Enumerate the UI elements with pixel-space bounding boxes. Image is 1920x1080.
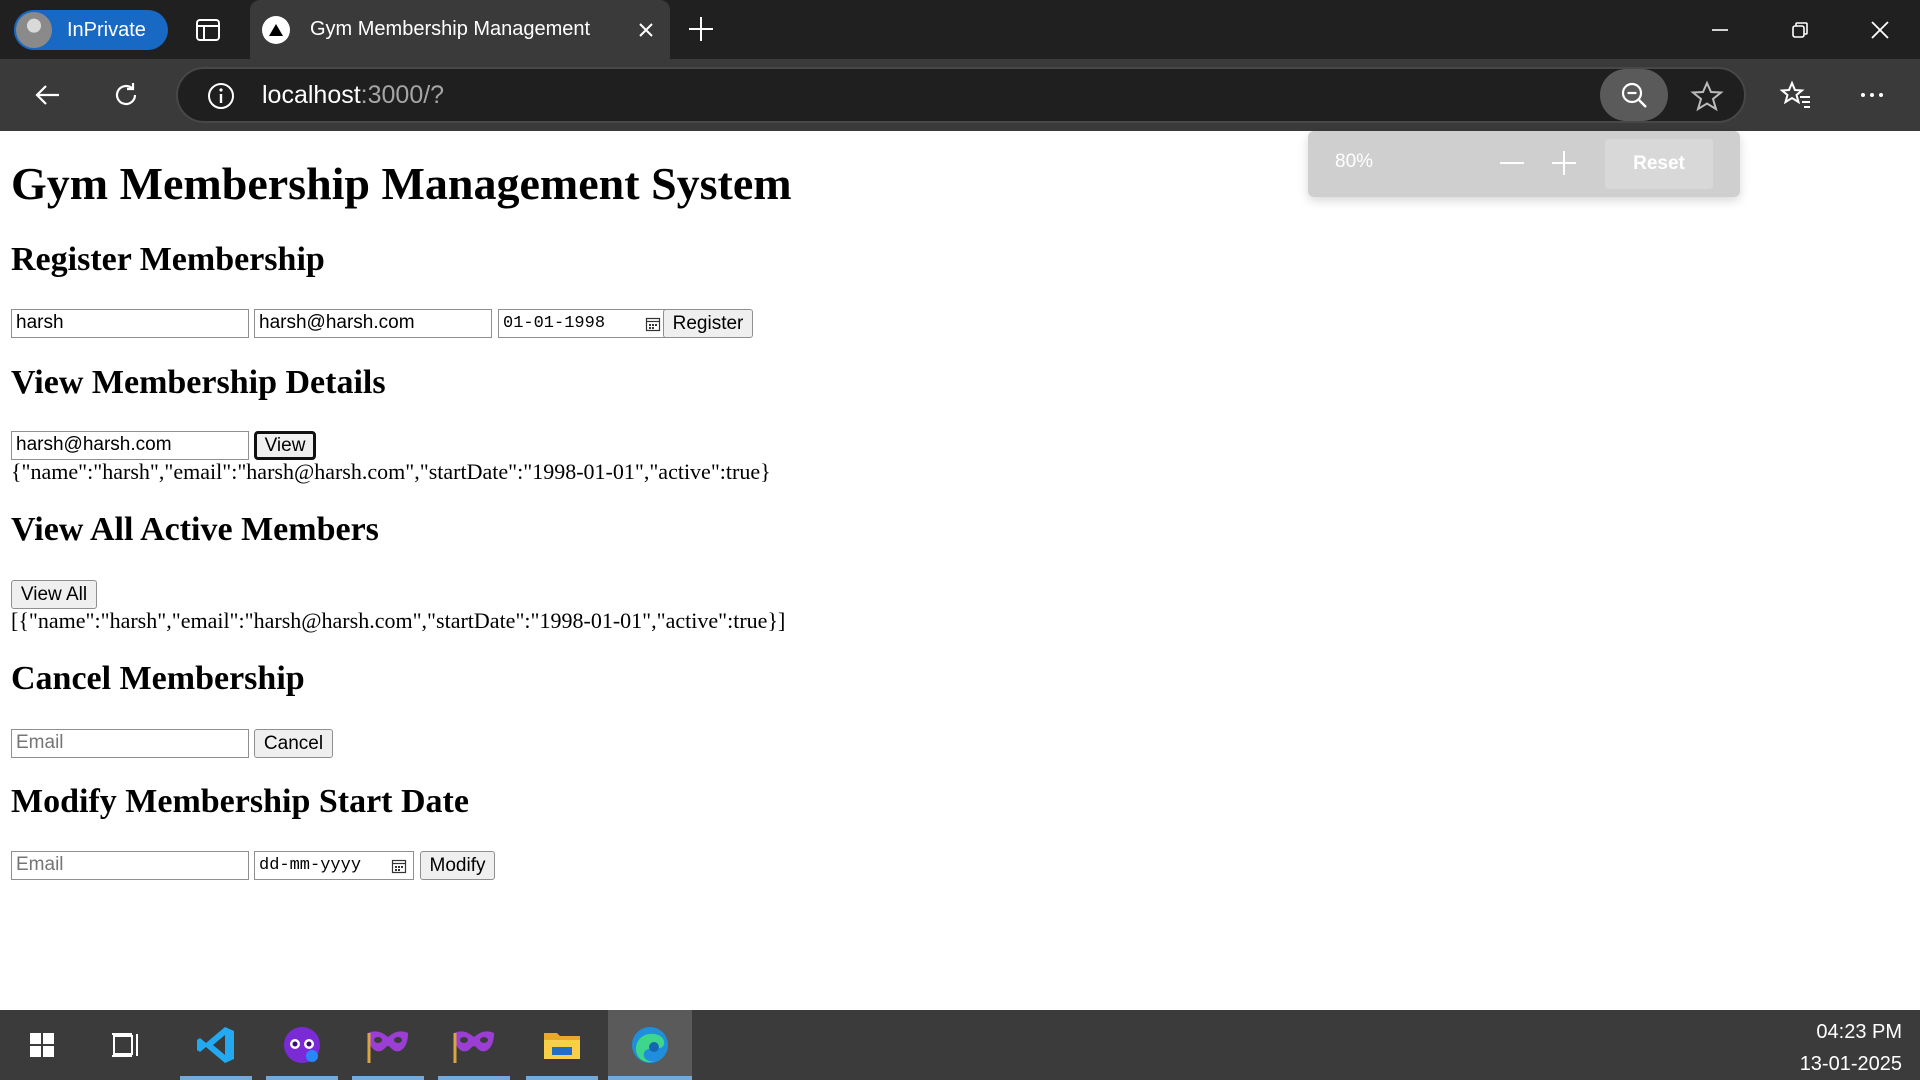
- zoom-popup: 80% Reset: [1308, 131, 1740, 197]
- zoom-in-icon[interactable]: [1546, 145, 1582, 181]
- windows-taskbar: 04:23 PM 13-01-2025: [0, 1010, 1920, 1080]
- running-indicator: [526, 1076, 598, 1080]
- back-icon[interactable]: [28, 75, 68, 115]
- modify-heading: Modify Membership Start Date: [11, 783, 469, 820]
- zoom-reset-button[interactable]: Reset: [1605, 139, 1713, 189]
- app-mask-icon-2[interactable]: [438, 1010, 510, 1080]
- system-clock[interactable]: 04:23 PM 13-01-2025: [1800, 1016, 1902, 1080]
- running-indicator: [180, 1076, 252, 1080]
- modify-date-input[interactable]: dd-mm-yyyy: [254, 851, 414, 880]
- start-icon[interactable]: [6, 1010, 78, 1080]
- running-indicator: [266, 1076, 338, 1080]
- register-date-value: 01-01-1998: [503, 314, 606, 333]
- browser-titlebar: InPrivate Gym Membership Management: [0, 0, 1920, 59]
- modify-email-input[interactable]: Email: [11, 851, 249, 880]
- view-button[interactable]: View: [254, 431, 316, 460]
- register-button[interactable]: Register: [663, 309, 753, 338]
- cancel-email-input[interactable]: Email: [11, 729, 249, 758]
- new-tab-icon[interactable]: [686, 14, 716, 44]
- restore-icon[interactable]: [1760, 0, 1840, 59]
- running-indicator: [438, 1076, 510, 1080]
- url-text: localhost:3000/?: [262, 81, 444, 110]
- tab-title: Gym Membership Management: [310, 18, 591, 40]
- view-all-button[interactable]: View All: [11, 580, 97, 609]
- modify-button[interactable]: Modify: [420, 851, 495, 880]
- favorite-star-icon[interactable]: [1690, 79, 1724, 113]
- view-all-heading: View All Active Members: [11, 511, 379, 548]
- calendar-icon: [645, 317, 661, 332]
- file-explorer-icon[interactable]: [526, 1010, 598, 1080]
- membership-details-output: {"name":"harsh","email":"harsh@harsh.com…: [11, 459, 771, 484]
- register-name-input[interactable]: harsh: [11, 309, 249, 338]
- app-mask-icon[interactable]: [352, 1010, 424, 1080]
- more-menu-icon[interactable]: [1852, 75, 1892, 115]
- cancel-heading: Cancel Membership: [11, 660, 305, 697]
- url-host: localhost: [262, 81, 361, 109]
- browser-toolbar: localhost:3000/?: [0, 59, 1920, 131]
- address-bar[interactable]: localhost:3000/?: [176, 67, 1746, 123]
- zoom-button[interactable]: [1600, 69, 1668, 121]
- close-window-icon[interactable]: [1840, 0, 1920, 59]
- clock-date: 13-01-2025: [1799, 1053, 1902, 1075]
- page-title: Gym Membership Management System: [11, 158, 792, 209]
- edge-icon[interactable]: [608, 1010, 692, 1080]
- refresh-icon[interactable]: [106, 75, 146, 115]
- url-path: :3000/?: [360, 81, 445, 109]
- minimize-icon[interactable]: [1680, 0, 1760, 59]
- clock-time: 04:23 PM: [1816, 1021, 1902, 1043]
- site-favicon-icon: [262, 15, 290, 44]
- register-date-input[interactable]: 01-01-1998: [498, 309, 668, 338]
- tab-close-icon[interactable]: [626, 10, 666, 50]
- zoom-out-icon[interactable]: [1494, 145, 1530, 181]
- vscode-icon[interactable]: [180, 1010, 252, 1080]
- tab-active[interactable]: Gym Membership Management: [250, 0, 670, 59]
- register-heading: Register Membership: [11, 241, 325, 278]
- running-indicator: [352, 1076, 424, 1080]
- register-email-input[interactable]: harsh@harsh.com: [254, 309, 492, 338]
- view-details-heading: View Membership Details: [11, 364, 386, 401]
- site-info-icon[interactable]: [206, 81, 236, 111]
- tab-actions-icon[interactable]: [194, 16, 222, 44]
- zoom-out-magnifier-icon: [1621, 82, 1647, 108]
- zoom-level: 80%: [1335, 151, 1374, 172]
- task-view-icon[interactable]: [90, 1010, 162, 1080]
- view-email-input[interactable]: harsh@harsh.com: [11, 431, 249, 460]
- calendar-icon: [391, 859, 407, 874]
- profile-avatar: [14, 10, 54, 50]
- cancel-button[interactable]: Cancel: [254, 729, 333, 758]
- active-members-output: [{"name":"harsh","email":"harsh@harsh.co…: [11, 608, 786, 633]
- modify-date-placeholder: dd-mm-yyyy: [259, 856, 362, 875]
- inprivate-label: InPrivate: [67, 18, 146, 41]
- inprivate-badge[interactable]: InPrivate: [14, 10, 168, 50]
- proxy-icon[interactable]: [266, 1010, 338, 1080]
- running-indicator: [608, 1076, 692, 1080]
- favorites-icon[interactable]: [1776, 75, 1816, 115]
